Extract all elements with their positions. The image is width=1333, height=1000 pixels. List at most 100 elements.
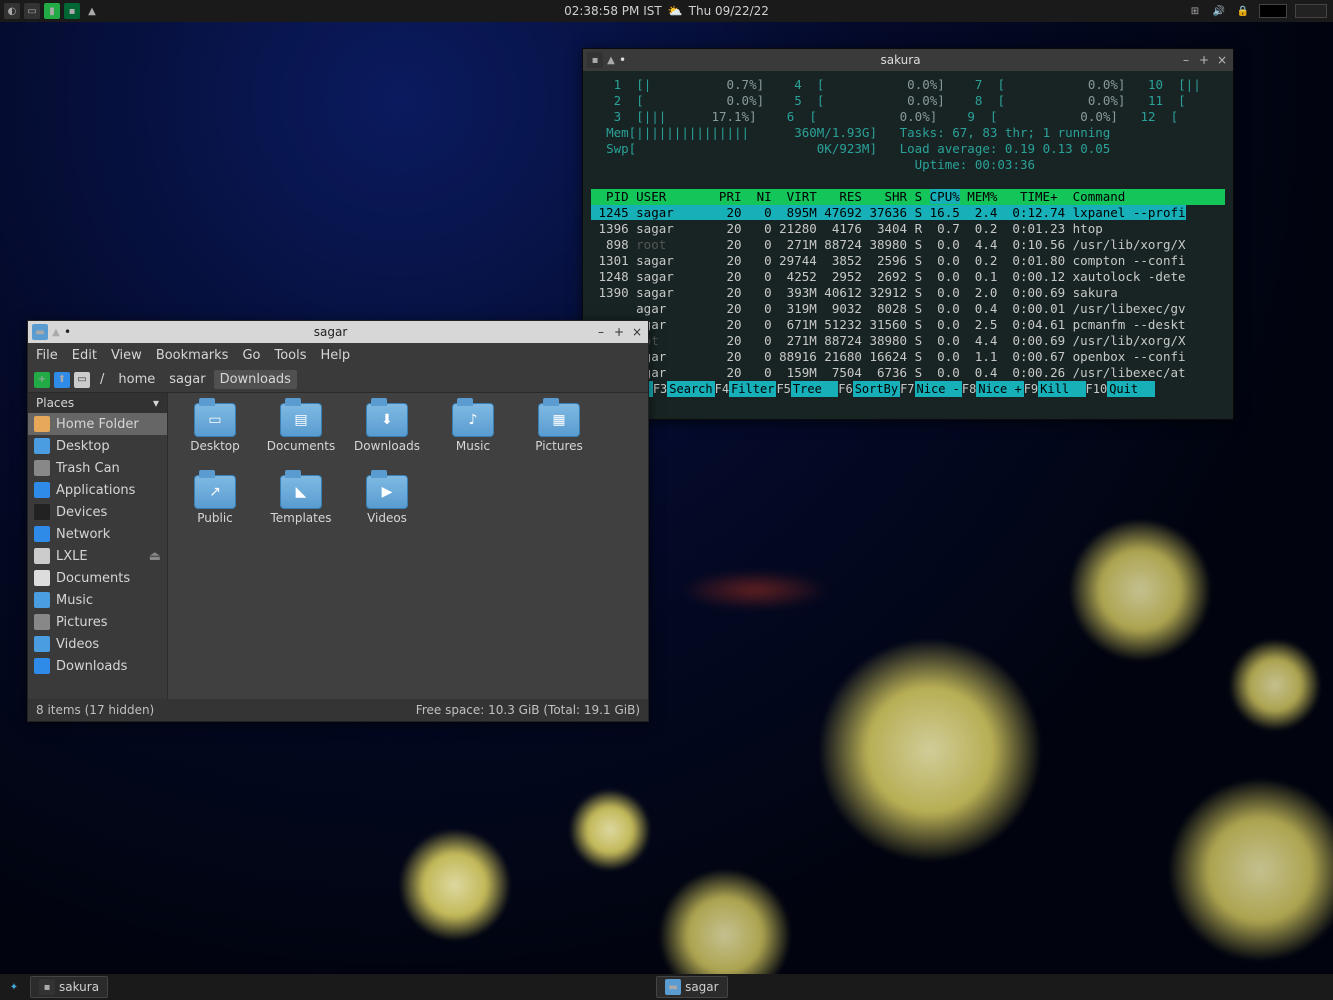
drive-icon[interactable]: ▭: [74, 372, 90, 388]
folder-templates[interactable]: ◣ Templates: [258, 475, 344, 547]
close-button[interactable]: ×: [630, 325, 644, 339]
bokeh: [1230, 640, 1320, 730]
folder-documents[interactable]: ▤ Documents: [258, 403, 344, 475]
folder-icon: ◣: [280, 475, 322, 509]
folder-icon: ▬: [665, 979, 681, 995]
maximize-button[interactable]: +: [612, 325, 626, 339]
terminal-window: ▪ ▲ • sakura – + × 1 [| 0.7%] 4 [ 0.0%] …: [582, 48, 1234, 420]
bokeh: [400, 830, 510, 940]
folder-downloads[interactable]: ⬇ Downloads: [344, 403, 430, 475]
sidebar-item-trash-can[interactable]: Trash Can: [28, 457, 167, 479]
maximize-button[interactable]: +: [1197, 53, 1211, 67]
top-panel: ◐ ▭ ▮ ▪ ▲ 02:38:58 PM IST ⛅ Thu 09/22/22…: [0, 0, 1333, 22]
crumb-root[interactable]: /: [94, 370, 110, 389]
folder-icon: ▤: [280, 403, 322, 437]
breadcrumb: /homesagarDownloads: [94, 370, 297, 389]
sidebar-item-music[interactable]: Music: [28, 589, 167, 611]
bokeh: [1070, 520, 1210, 660]
place-icon: [34, 482, 50, 498]
sidebar: Places▾ Home Folder Desktop Trash Can Ap…: [28, 393, 168, 699]
place-icon: [34, 614, 50, 630]
status-freespace: Free space: 10.3 GiB (Total: 19.1 GiB): [416, 703, 640, 717]
window-title: sagar: [71, 325, 590, 339]
terminal-icon[interactable]: ▮: [44, 3, 60, 19]
menu-icon[interactable]: ◐: [4, 3, 20, 19]
sidebar-item-devices[interactable]: Devices: [28, 501, 167, 523]
bottom-panel: ✦ ▪ sakura ▬ sagar: [0, 974, 1333, 1000]
app-icon: ▪: [587, 52, 603, 68]
sidebar-item-applications[interactable]: Applications: [28, 479, 167, 501]
new-tab-icon[interactable]: +: [34, 372, 50, 388]
folder-videos[interactable]: ▶ Videos: [344, 475, 430, 547]
sidebar-item-desktop[interactable]: Desktop: [28, 435, 167, 457]
folder-music[interactable]: ♪ Music: [430, 403, 516, 475]
clock: 02:38:58 PM IST: [564, 4, 662, 18]
up-icon[interactable]: ▲: [48, 324, 64, 340]
statusbar: 8 items (17 hidden) Free space: 10.3 GiB…: [28, 699, 648, 721]
show-desktop-icon[interactable]: ✦: [6, 979, 22, 995]
network-icon[interactable]: ⊞: [1187, 3, 1203, 19]
folder-icon: ▬: [32, 324, 48, 340]
home-icon[interactable]: ⬆: [54, 372, 70, 388]
window-title: sakura: [626, 53, 1175, 67]
place-icon: [34, 460, 50, 476]
folder-pictures[interactable]: ▦ Pictures: [516, 403, 602, 475]
minimize-button[interactable]: –: [1179, 53, 1193, 67]
sidebar-item-downloads[interactable]: Downloads: [28, 655, 167, 677]
filemanager-window: ▬ ▲ • sagar – + × File Edit View Bookmarks G…: [27, 320, 649, 722]
lock-icon[interactable]: 🔒: [1235, 3, 1251, 19]
folder-icon: ▭: [194, 403, 236, 437]
bokeh: [680, 570, 830, 610]
place-icon: [34, 504, 50, 520]
up-arrow-icon[interactable]: ▲: [84, 3, 100, 19]
status-items: 8 items (17 hidden): [36, 703, 154, 717]
place-icon: [34, 416, 50, 432]
folder-icon: ⬇: [366, 403, 408, 437]
menu-edit[interactable]: Edit: [72, 348, 97, 363]
bokeh: [570, 790, 650, 870]
menu-file[interactable]: File: [36, 348, 58, 363]
crumb-home[interactable]: home: [112, 370, 161, 389]
volume-icon[interactable]: 🔊: [1211, 3, 1227, 19]
crumb-Downloads[interactable]: Downloads: [214, 370, 297, 389]
date: Thu 09/22/22: [689, 4, 769, 18]
app-icon[interactable]: ▪: [64, 3, 80, 19]
sidebar-item-network[interactable]: Network: [28, 523, 167, 545]
folder-desktop[interactable]: ▭ Desktop: [172, 403, 258, 475]
menu-view[interactable]: View: [111, 348, 142, 363]
sidebar-item-documents[interactable]: Documents: [28, 567, 167, 589]
menu-bookmarks[interactable]: Bookmarks: [156, 348, 229, 363]
fm-titlebar[interactable]: ▬ ▲ • sagar – + ×: [28, 321, 648, 343]
sidebar-item-home-folder[interactable]: Home Folder: [28, 413, 167, 435]
bokeh: [1170, 780, 1333, 960]
terminal-titlebar[interactable]: ▪ ▲ • sakura – + ×: [583, 49, 1233, 71]
folder-icon: ♪: [452, 403, 494, 437]
folder-icon: ↗: [194, 475, 236, 509]
sidebar-item-lxle[interactable]: LXLE⏏: [28, 545, 167, 567]
taskbar-item-sagar[interactable]: ▬ sagar: [656, 976, 728, 998]
tray-box[interactable]: [1259, 4, 1287, 18]
place-icon: [34, 636, 50, 652]
weather-icon: ⛅: [668, 4, 683, 18]
sidebar-item-pictures[interactable]: Pictures: [28, 611, 167, 633]
folder-public[interactable]: ↗ Public: [172, 475, 258, 547]
crumb-sagar[interactable]: sagar: [163, 370, 211, 389]
close-button[interactable]: ×: [1215, 53, 1229, 67]
folder-icon: ▦: [538, 403, 580, 437]
menu-tools[interactable]: Tools: [274, 348, 306, 363]
menu-go[interactable]: Go: [242, 348, 260, 363]
taskbar-item-sakura[interactable]: ▪ sakura: [30, 976, 108, 998]
filemanager-icon[interactable]: ▭: [24, 3, 40, 19]
tray-box[interactable]: [1295, 4, 1327, 18]
places-header[interactable]: Places▾: [28, 393, 167, 413]
up-icon[interactable]: ▲: [603, 52, 619, 68]
place-icon: [34, 526, 50, 542]
menu-help[interactable]: Help: [321, 348, 351, 363]
minimize-button[interactable]: –: [594, 325, 608, 339]
folder-icon: ▶: [366, 475, 408, 509]
icon-view[interactable]: ▭ Desktop ▤ Documents ⬇ Downloads ♪ Musi…: [168, 393, 648, 699]
eject-icon[interactable]: ⏏: [149, 549, 161, 564]
terminal-body[interactable]: 1 [| 0.7%] 4 [ 0.0%] 7 [ 0.0%] 10 [|| 1.…: [583, 71, 1233, 419]
sidebar-item-videos[interactable]: Videos: [28, 633, 167, 655]
place-icon: [34, 548, 50, 564]
